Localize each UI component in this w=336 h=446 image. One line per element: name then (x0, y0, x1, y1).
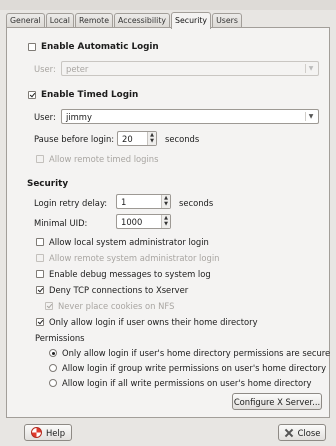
tab-local[interactable]: Local (45, 13, 74, 28)
tab-accessibility[interactable]: Accessibility (114, 13, 171, 28)
allow-remote-timed-logins-checkbox[interactable]: Allow remote timed logins (36, 154, 158, 164)
allow-local-admin-check-box[interactable] (36, 238, 44, 246)
spinner-arrows-icon[interactable]: ▲ ▼ (161, 215, 170, 228)
chevron-down-icon: ▼ (305, 112, 316, 121)
help-button[interactable]: Help (24, 424, 72, 441)
auto-login-user-value: peter (66, 63, 89, 74)
permission-group-write-label: Allow login if group write permissions o… (62, 363, 327, 373)
pause-unit-label: seconds (165, 134, 200, 144)
deny-tcp-connections-checkbox[interactable]: Deny TCP connections to Xserver (36, 285, 188, 295)
permission-group-write-radio[interactable] (49, 364, 57, 372)
allow-remote-admin-login-checkbox[interactable]: Allow remote system administrator login (36, 253, 219, 263)
permission-secure-label: Only allow login if user's home director… (62, 348, 331, 358)
retry-unit-label: seconds (179, 198, 214, 208)
permission-option-all-write[interactable]: Allow login if all write permissions on … (49, 378, 312, 388)
login-retry-delay-label: Login retry delay: (34, 198, 108, 208)
minimal-uid-spinner[interactable]: 1000 ▲ ▼ (116, 214, 171, 229)
timed-login-user-label: User: (34, 112, 56, 122)
allow-local-admin-login-checkbox[interactable]: Allow local system administrator login (36, 237, 209, 247)
tab-general[interactable]: General (6, 13, 45, 28)
tab-security[interactable]: Security (171, 12, 212, 29)
help-icon (30, 427, 42, 438)
window-top-strip (0, 0, 336, 10)
timed-login-check-box[interactable] (28, 91, 36, 99)
auto-login-user-label: User: (34, 64, 56, 74)
automatic-login-check-box[interactable] (28, 43, 36, 51)
never-place-cookies-label: Never place cookies on NFS (58, 301, 175, 311)
timed-login-checkbox[interactable]: Enable Timed Login (28, 90, 138, 100)
enable-debug-messages-checkbox[interactable]: Enable debug messages to system log (36, 269, 211, 279)
tab-bar: General Local Remote Accessibility Secur… (6, 11, 243, 29)
login-retry-delay-value: 1 (121, 196, 127, 207)
permission-option-group-write[interactable]: Allow login if group write permissions o… (49, 363, 326, 373)
permissions-heading: Permissions (35, 333, 85, 343)
deny-tcp-check-box[interactable] (36, 286, 44, 294)
chevron-down-icon: ▼ (305, 64, 316, 73)
configure-x-server-button[interactable]: Configure X Server... (232, 393, 322, 410)
permission-secure-radio[interactable] (49, 349, 57, 357)
automatic-login-label: Enable Automatic Login (41, 42, 159, 52)
minimal-uid-value: 1000 (121, 216, 143, 227)
permission-all-write-radio[interactable] (49, 379, 57, 387)
timed-login-user-combo[interactable]: jimmy ▼ (61, 109, 319, 124)
spinner-arrows-icon[interactable]: ▲ ▼ (147, 132, 156, 145)
owns-home-check-box[interactable] (36, 318, 44, 326)
close-button[interactable]: Close (278, 424, 326, 441)
security-panel: Enable Automatic Login User: peter ▼ Ena… (6, 27, 330, 418)
allow-remote-admin-check-box[interactable] (36, 254, 44, 262)
security-heading: Security (27, 179, 69, 189)
tab-remote[interactable]: Remote (74, 13, 114, 28)
login-retry-delay-spinner[interactable]: 1 ▲ ▼ (116, 194, 171, 209)
timed-login-label: Enable Timed Login (41, 90, 139, 100)
never-place-cookies-check-box[interactable] (45, 302, 53, 310)
allow-remote-timed-check-box[interactable] (36, 155, 44, 163)
permission-option-secure[interactable]: Only allow login if user's home director… (49, 348, 330, 358)
minimal-uid-label: Minimal UID: (34, 218, 88, 228)
automatic-login-checkbox[interactable]: Enable Automatic Login (28, 42, 159, 52)
pause-before-login-label: Pause before login: (34, 134, 115, 144)
allow-remote-admin-label: Allow remote system administrator login (49, 253, 220, 263)
permission-all-write-label: Allow login if all write permissions on … (62, 378, 312, 388)
spinner-arrows-icon[interactable]: ▲ ▼ (161, 195, 170, 208)
enable-debug-check-box[interactable] (36, 270, 44, 278)
allow-remote-timed-label: Allow remote timed logins (49, 154, 159, 164)
auto-login-user-combo[interactable]: peter ▼ (61, 61, 319, 76)
allow-local-admin-label: Allow local system administrator login (49, 237, 209, 247)
help-button-label: Help (45, 427, 66, 438)
close-icon (284, 428, 294, 438)
deny-tcp-label: Deny TCP connections to Xserver (49, 285, 189, 295)
pause-before-login-value: 20 (122, 133, 133, 144)
close-button-label: Close (297, 427, 321, 438)
never-place-cookies-on-nfs-checkbox[interactable]: Never place cookies on NFS (45, 301, 174, 311)
enable-debug-label: Enable debug messages to system log (49, 269, 211, 279)
pause-before-login-spinner[interactable]: 20 ▲ ▼ (117, 131, 157, 146)
only-allow-login-if-owns-home-checkbox[interactable]: Only allow login if user owns their home… (36, 317, 258, 327)
tab-users[interactable]: Users (212, 13, 242, 28)
timed-login-user-value: jimmy (66, 111, 92, 122)
owns-home-label: Only allow login if user owns their home… (49, 317, 258, 327)
